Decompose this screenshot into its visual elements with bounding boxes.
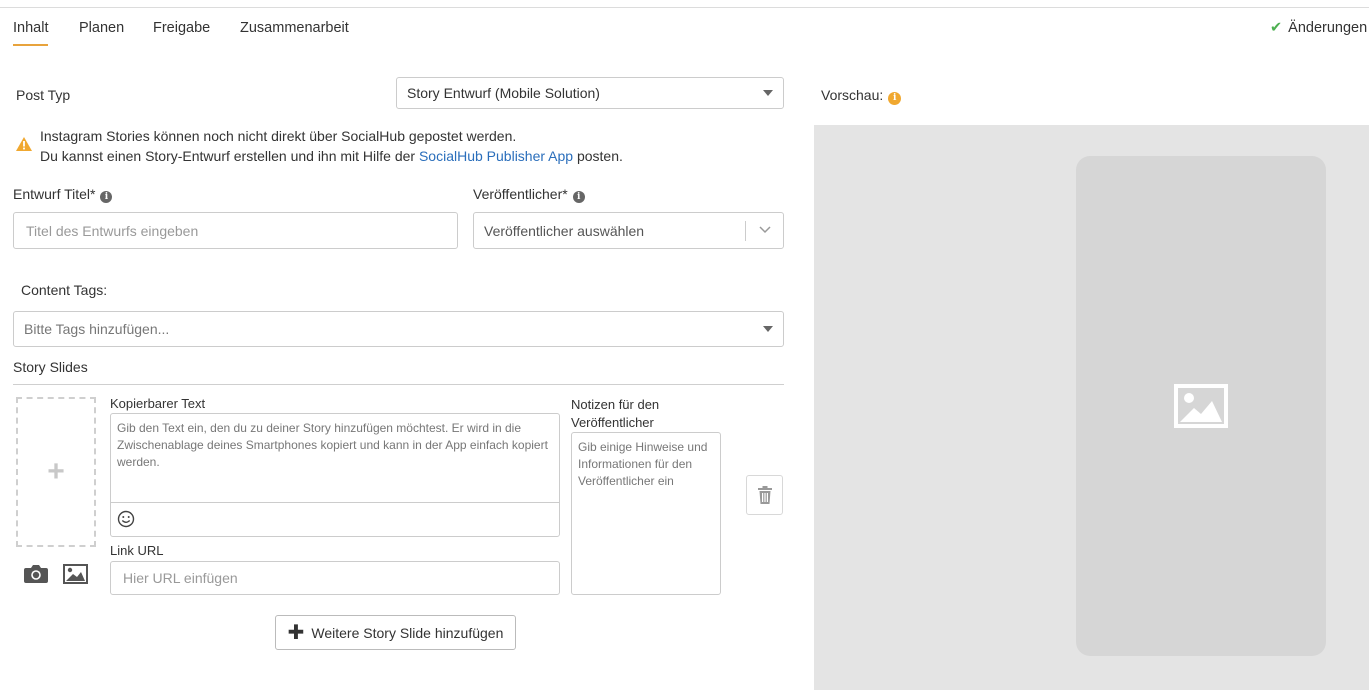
draft-title-label: Entwurf Titel* i [13,186,113,203]
delete-slide-button[interactable] [746,475,783,515]
tab-planen[interactable]: Planen [79,20,124,46]
preview-label: Vorschau: i [821,87,902,105]
post-type-selected: Story Entwurf (Mobile Solution) [407,85,600,101]
saved-status: ✔ Änderungen [1270,20,1367,36]
tab-zusammenarbeit[interactable]: Zusammenarbeit [240,20,349,46]
notes-label-line-1: Notizen für den [571,397,660,412]
copy-text-toolbar [110,502,560,537]
info-icon[interactable]: i [888,92,902,105]
select-separator [745,221,746,241]
trash-icon [757,486,772,504]
add-story-slide-button[interactable]: ✚ Weitere Story Slide hinzufügen [275,615,516,650]
draft-title-label-text: Entwurf Titel* [13,186,96,202]
warning-line-2-suffix: posten. [573,148,623,164]
caret-down-icon [763,90,773,96]
add-story-slide-label: Weitere Story Slide hinzufügen [311,624,504,641]
warning-icon [16,137,32,151]
copy-text-placeholder: Gib den Text ein, den du zu deiner Story… [117,421,548,469]
info-icon[interactable]: i [100,191,113,203]
link-url-placeholder: Hier URL einfügen [123,570,238,586]
copy-text-textarea[interactable]: Gib den Text ein, den du zu deiner Story… [110,413,560,503]
tab-inhalt[interactable]: Inhalt [13,20,49,46]
checkmark-icon: ✔ [1270,20,1283,36]
info-icon[interactable]: i [572,191,585,203]
notes-label-line-2: Veröffentlicher [571,415,654,430]
link-url-label: Link URL [110,543,164,558]
publisher-placeholder: Veröffentlicher auswählen [484,222,645,239]
copy-text-label: Kopierbarer Text [110,396,206,411]
story-slides-divider [13,384,784,385]
camera-icon[interactable] [24,563,48,584]
plus-icon: ✚ [287,621,305,644]
add-media-plus: + [47,455,65,488]
warning-line-2: Du kannst einen Story-Entwurf erstellen … [40,146,623,166]
image-placeholder-icon [1174,384,1228,428]
publisher-label: Veröffentlicher* i [473,186,585,203]
warning-line-1: Instagram Stories können noch nicht dire… [40,128,517,144]
story-slides-heading: Story Slides [13,359,88,375]
warning-line-2-prefix: Du kannst einen Story-Entwurf erstellen … [40,148,419,164]
content-tags-placeholder: Bitte Tags hinzufügen... [24,321,170,337]
notes-placeholder: Gib einige Hinweise und Informationen fü… [578,440,708,488]
saved-status-label: Änderungen [1288,20,1368,36]
publisher-label-text: Veröffentlicher* [473,186,568,202]
content-tags-select[interactable]: Bitte Tags hinzufügen... [13,311,784,347]
preview-label-text: Vorschau: [821,87,884,103]
warning-message: Instagram Stories können noch nicht dire… [40,126,623,166]
emoji-icon[interactable] [117,510,135,528]
tab-freigabe[interactable]: Freigabe [153,20,210,46]
publisher-app-link[interactable]: SocialHub Publisher App [419,148,573,164]
publisher-select[interactable]: Veröffentlicher auswählen [473,212,784,249]
media-dropzone[interactable]: + [16,397,96,547]
link-url-input[interactable]: Hier URL einfügen [110,561,560,595]
post-type-select[interactable]: Story Entwurf (Mobile Solution) [396,77,784,109]
draft-title-input[interactable]: Titel des Entwurfs eingeben [13,212,458,249]
image-icon[interactable] [63,564,88,584]
caret-down-icon [763,326,773,332]
content-tags-label: Content Tags: [21,282,108,298]
notes-label: Notizen für den Veröffentlicher [571,396,659,432]
top-divider [0,7,1369,8]
chevron-down-icon[interactable] [759,226,771,234]
post-type-label: Post Typ [16,87,71,103]
notes-textarea[interactable]: Gib einige Hinweise und Informationen fü… [571,432,721,595]
draft-title-placeholder: Titel des Entwurfs eingeben [26,222,199,239]
